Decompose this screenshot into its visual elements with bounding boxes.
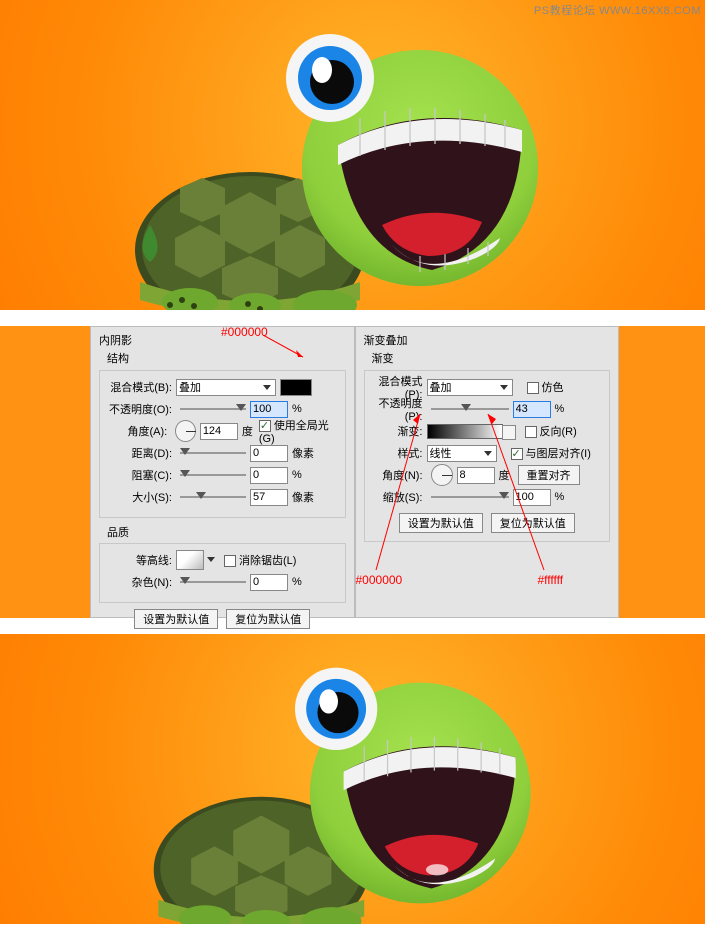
panel-title: 渐变叠加: [364, 332, 611, 348]
blend-mode-select[interactable]: 叠加: [176, 379, 276, 396]
reset-default-button[interactable]: 复位为默认值: [491, 513, 575, 533]
antialias-label: 消除锯齿(L): [239, 555, 296, 567]
opacity-label: 不透明度(O):: [106, 401, 176, 417]
choke-slider[interactable]: [180, 469, 246, 481]
choke-label: 阻塞(C):: [106, 467, 176, 483]
noise-input[interactable]: [250, 574, 288, 591]
gradient-group: 混合模式(P): 叠加 仿色 不透明度(P): % 渐变: 反向(R) 样式: …: [364, 370, 611, 542]
percent-sign: %: [292, 403, 302, 415]
angle-unit: 度: [242, 423, 253, 439]
distance-input[interactable]: [250, 445, 288, 462]
percent-sign: %: [555, 491, 565, 503]
blend-mode-select[interactable]: 叠加: [427, 379, 513, 396]
make-default-button[interactable]: 设置为默认值: [134, 609, 218, 629]
size-label: 大小(S):: [106, 489, 176, 505]
reset-default-button[interactable]: 复位为默认值: [226, 609, 310, 629]
dither-checkbox[interactable]: [527, 382, 539, 394]
angle-input[interactable]: [457, 467, 495, 484]
opacity-slider[interactable]: [180, 403, 246, 415]
section-gradient-heading: 渐变: [372, 350, 611, 366]
orange-side-right: [619, 326, 705, 618]
reset-align-button[interactable]: 重置对齐: [518, 465, 580, 485]
reverse-checkbox[interactable]: [525, 426, 537, 438]
align-checkbox[interactable]: [511, 448, 523, 460]
section-quality-heading: 品质: [107, 524, 346, 540]
orange-side-left: [0, 326, 90, 618]
scale-input[interactable]: [513, 489, 551, 506]
scale-label: 缩放(S):: [371, 489, 427, 505]
opacity-input[interactable]: [513, 401, 551, 418]
scale-slider[interactable]: [431, 491, 509, 503]
illustration-top: PS教程论坛 WWW.16XX8.COM: [0, 0, 705, 310]
size-slider[interactable]: [180, 491, 246, 503]
distance-slider[interactable]: [180, 447, 246, 459]
percent-sign: %: [292, 576, 302, 588]
distance-label: 距离(D):: [106, 445, 176, 461]
size-unit: 像素: [292, 489, 314, 505]
turtle-illustration-bottom: [0, 634, 560, 924]
antialias-checkbox[interactable]: [224, 555, 236, 567]
turtle-illustration: [0, 0, 560, 310]
gradient-overlay-panel: 渐变叠加 渐变 混合模式(P): 叠加 仿色 不透明度(P): % 渐变: 反向…: [355, 326, 620, 618]
section-structure-heading: 结构: [107, 350, 346, 366]
annotation-black: #000000: [356, 573, 403, 587]
style-label: 样式:: [371, 445, 427, 461]
align-label: 与图层对齐(I): [526, 448, 591, 460]
gradient-bar[interactable]: [427, 424, 503, 439]
gradient-label: 渐变:: [371, 423, 427, 439]
blend-mode-label: 混合模式(B):: [106, 379, 176, 395]
illustration-bottom: [0, 634, 705, 924]
noise-label: 杂色(N):: [106, 574, 176, 590]
angle-label: 角度(N):: [371, 467, 427, 483]
make-default-button[interactable]: 设置为默认值: [399, 513, 483, 533]
annotation-white: #ffffff: [538, 573, 564, 587]
opacity-slider[interactable]: [431, 403, 509, 415]
layer-style-panels: 内阴影 结构 #000000 混合模式(B): 叠加 不透明度(O): % 角度…: [0, 326, 705, 618]
angle-dial[interactable]: [175, 420, 196, 442]
noise-slider[interactable]: [180, 576, 246, 588]
reverse-label: 反向(R): [540, 426, 577, 438]
angle-input[interactable]: [200, 423, 238, 440]
percent-sign: %: [555, 403, 565, 415]
style-select[interactable]: 线性: [427, 445, 497, 462]
use-global-light-checkbox[interactable]: [259, 420, 271, 432]
percent-sign: %: [292, 469, 302, 481]
opacity-input[interactable]: [250, 401, 288, 418]
quality-group: 等高线: 消除锯齿(L) 杂色(N): %: [99, 543, 346, 603]
contour-picker[interactable]: [176, 550, 204, 570]
inner-shadow-panel: 内阴影 结构 #000000 混合模式(B): 叠加 不透明度(O): % 角度…: [90, 326, 355, 618]
structure-group: 混合模式(B): 叠加 不透明度(O): % 角度(A): 度 使用全局光(G)…: [99, 370, 346, 518]
angle-unit: 度: [499, 467, 510, 483]
contour-label: 等高线:: [106, 552, 176, 568]
opacity-label: 不透明度(P):: [371, 395, 427, 423]
color-swatch[interactable]: [280, 379, 312, 396]
choke-input[interactable]: [250, 467, 288, 484]
distance-unit: 像素: [292, 445, 314, 461]
angle-dial[interactable]: [431, 464, 453, 486]
annotation-color-black: #000000: [221, 325, 268, 339]
size-input[interactable]: [250, 489, 288, 506]
dither-label: 仿色: [542, 382, 564, 394]
angle-label: 角度(A):: [106, 423, 171, 439]
